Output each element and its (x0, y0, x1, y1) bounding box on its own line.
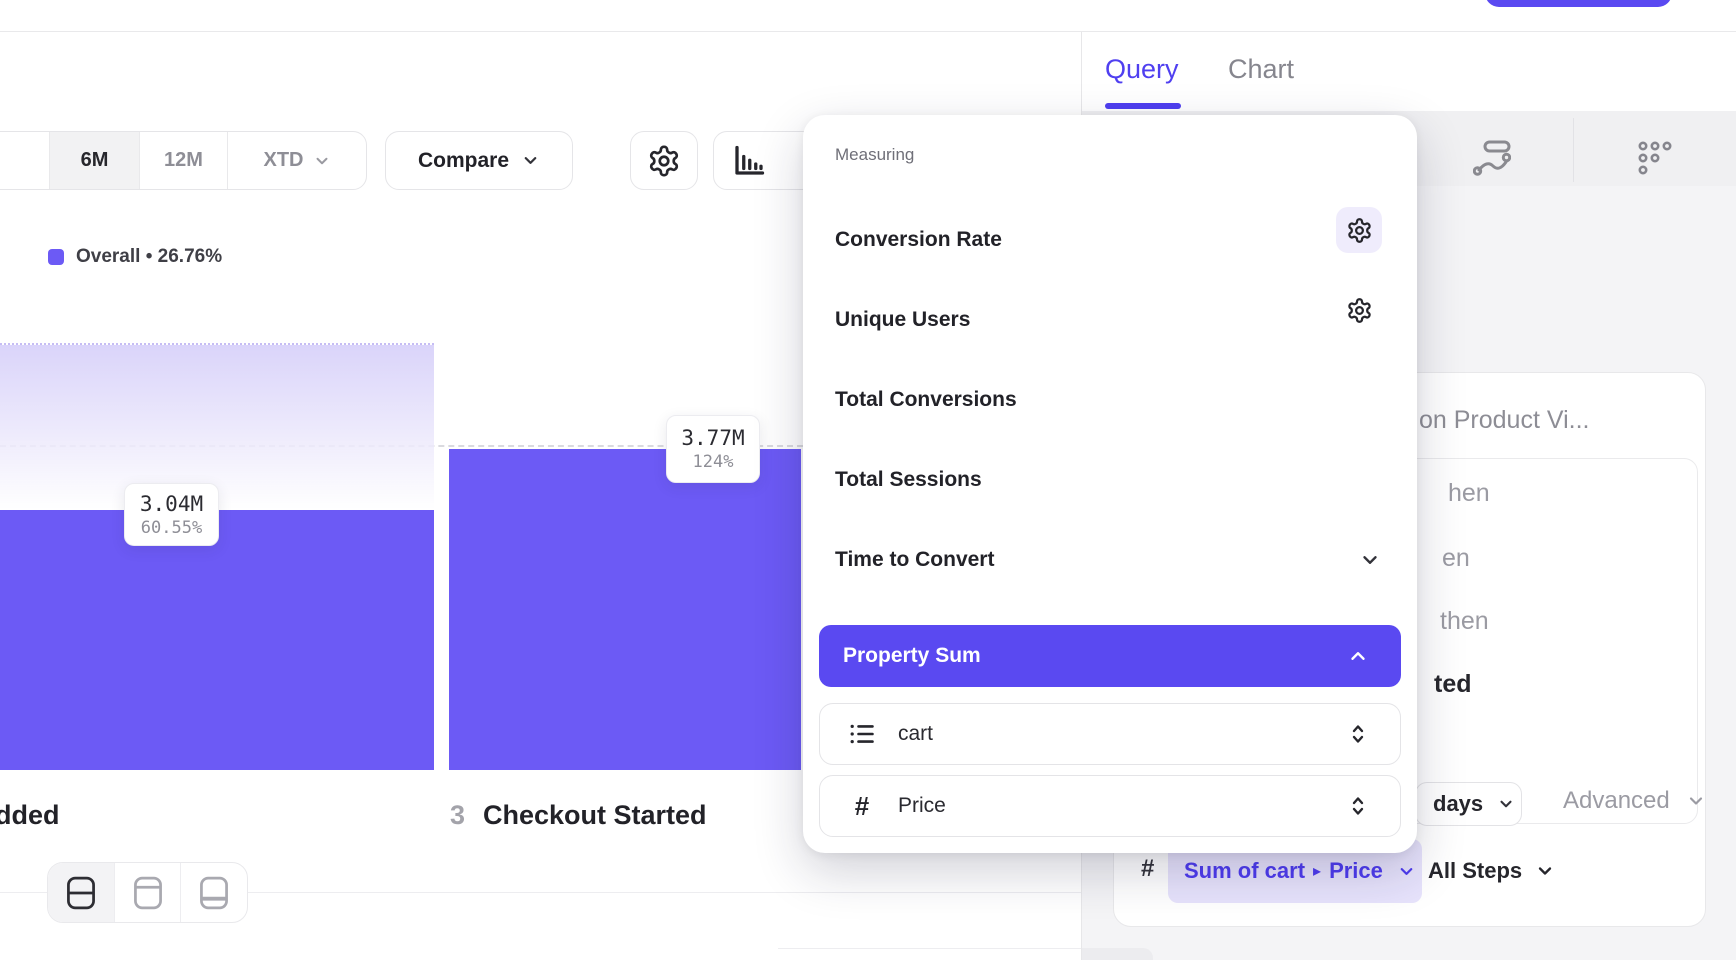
unfold-selector-icon (1346, 721, 1370, 747)
layout-split-rows-toggle[interactable] (48, 863, 114, 922)
breadcrumb-arrow-icon: ▸ (1313, 861, 1321, 881)
menu-item-unique-users[interactable]: Unique Users (835, 308, 970, 332)
bar-value-tooltip: 3.77M 124% (666, 415, 760, 483)
flows-icon[interactable] (1473, 140, 1511, 176)
tooltip-value: 3.04M (140, 492, 203, 516)
menu-item-time-to-convert[interactable]: Time to Convert (835, 548, 994, 572)
step-label: Checkout Started (483, 800, 707, 831)
card-title-partial: on Product Vi... (1419, 406, 1589, 435)
chevron-down-icon[interactable] (1359, 549, 1381, 571)
hash-icon: # (1141, 855, 1154, 883)
chevron-down-icon (1397, 862, 1416, 881)
property-sum-property-selector[interactable]: # Price (819, 775, 1401, 837)
advanced-dropdown[interactable]: Advanced (1563, 787, 1706, 815)
toolbar-tile-divider (1573, 118, 1574, 182)
step-number: 3 (450, 800, 465, 831)
step-fragment: then (1440, 607, 1489, 636)
conversion-window-button[interactable]: days (1415, 782, 1522, 826)
legend-swatch (48, 249, 64, 265)
menu-item-total-sessions[interactable]: Total Sessions (835, 468, 982, 492)
chevron-down-icon (1686, 791, 1706, 811)
measuring-dropdown: Measuring Conversion Rate Unique Users T… (803, 115, 1417, 853)
funnel-bar-product-added[interactable] (0, 510, 434, 770)
table-top-hairline (778, 948, 1081, 949)
primary-action-button[interactable] (1485, 0, 1672, 7)
tab-query[interactable]: Query (1105, 54, 1179, 85)
time-range-segmented-control: M 6M 12M XTD (0, 131, 367, 190)
step-label-partial: duct Added (0, 800, 60, 831)
series-legend[interactable]: Overall • 26.76% (48, 246, 222, 268)
all-steps-dropdown[interactable]: All Steps (1428, 839, 1555, 903)
menu-item-total-conversions[interactable]: Total Conversions (835, 388, 1017, 412)
time-range-m[interactable]: M (0, 132, 49, 189)
chevron-down-icon (1497, 795, 1515, 813)
time-range-6m[interactable]: 6M (49, 132, 139, 189)
chevron-up-icon (1347, 645, 1369, 667)
unfold-selector-icon (1346, 793, 1370, 819)
time-range-12m[interactable]: 12M (139, 132, 227, 189)
list-icon (846, 720, 878, 748)
chart-settings-button[interactable] (630, 131, 698, 190)
layout-bottom-icon (198, 874, 230, 912)
layout-top-icon (132, 874, 164, 912)
chevron-down-icon (313, 152, 331, 170)
tooltip-percent: 124% (693, 452, 734, 472)
gear-icon (647, 144, 681, 178)
tooltip-value: 3.77M (681, 426, 744, 450)
dropdown-label: Measuring (835, 145, 914, 165)
tooltip-percent: 60.55% (141, 518, 202, 538)
compare-button[interactable]: Compare (385, 131, 573, 190)
step-fragment: ted (1434, 670, 1472, 699)
property-sum-event-selector[interactable]: cart (819, 703, 1401, 765)
breakdown-dots-icon[interactable] (1638, 141, 1676, 175)
menu-item-conversion-rate[interactable]: Conversion Rate (835, 228, 1002, 252)
layout-bottom-bar-toggle[interactable] (180, 863, 247, 922)
gear-icon (1346, 217, 1373, 244)
panel-tabs-row: Query Chart (1082, 32, 1736, 112)
menu-item-property-sum-selected[interactable]: Property Sum (819, 625, 1401, 687)
chevron-down-icon (1535, 861, 1555, 881)
unique-users-settings-button[interactable] (1336, 287, 1382, 333)
top-header (0, 0, 1736, 32)
bar-value-tooltip: 3.04M 60.55% (124, 483, 219, 546)
tab-chart[interactable]: Chart (1228, 54, 1294, 85)
bar-chart-icon (731, 143, 767, 179)
gear-icon (1346, 297, 1373, 324)
step-fragment: en (1442, 544, 1470, 573)
time-range-xtd[interactable]: XTD (227, 132, 366, 189)
funnel-bar-ghost-segment (0, 343, 434, 510)
conversion-rate-settings-button[interactable] (1336, 207, 1382, 253)
funnel-bar-checkout-started[interactable] (449, 449, 801, 770)
funnel-report-app: M 6M 12M XTD Compare (0, 0, 1736, 960)
layout-top-bar-toggle[interactable] (114, 863, 181, 922)
step-fragment: hen (1448, 479, 1490, 508)
layout-split-icon (65, 874, 97, 912)
chevron-down-icon (521, 151, 540, 170)
bottom-peek-element (1082, 948, 1153, 960)
hash-icon: # (846, 791, 878, 822)
layout-toggle-group (47, 862, 248, 923)
legend-label: Overall • 26.76% (76, 246, 222, 268)
active-tab-underline (1105, 103, 1181, 109)
